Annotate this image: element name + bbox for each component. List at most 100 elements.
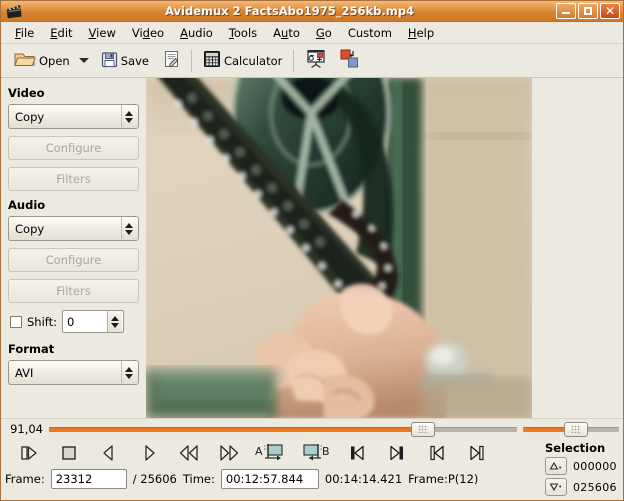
minimize-button[interactable] — [556, 3, 576, 19]
calculator-button[interactable]: Calculator — [198, 48, 287, 74]
menu-go[interactable]: Go — [308, 24, 340, 42]
projector-button[interactable] — [300, 48, 332, 74]
secondary-slider[interactable] — [523, 421, 619, 437]
selection-end-icon[interactable] — [545, 478, 567, 496]
video-configure-button[interactable]: Configure — [8, 136, 139, 160]
fast-forward-button[interactable] — [209, 440, 249, 466]
video-preview-image — [146, 78, 532, 418]
shift-stepper-icon[interactable] — [107, 311, 123, 332]
floppy-disk-icon — [101, 51, 118, 71]
secondary-slider-handle[interactable] — [563, 421, 588, 437]
stop-button[interactable] — [49, 440, 89, 466]
menu-video[interactable]: Video — [124, 24, 172, 42]
transport-buttons: A B — [1, 439, 623, 467]
video-preview-area[interactable] — [146, 78, 623, 418]
previous-frame-button[interactable] — [89, 440, 129, 466]
video-filters-button[interactable]: Filters — [8, 167, 139, 191]
maximize-icon — [584, 7, 592, 15]
menu-auto[interactable]: Auto — [265, 24, 308, 42]
save-button[interactable]: Save — [96, 48, 154, 74]
main-body: Video Copy Configure Filters Audio Copy … — [1, 78, 623, 418]
shift-checkbox[interactable] — [10, 315, 22, 328]
transport-panel: 91,04 A B Frame: 23312 / 25606 Time: 00:… — [1, 418, 623, 496]
menu-view[interactable]: View — [81, 24, 124, 42]
format-spinner-icon — [121, 361, 134, 384]
go-to-start-button[interactable] — [417, 440, 457, 466]
fast-forward-icon — [220, 445, 239, 461]
menu-custom[interactable]: Custom — [340, 24, 400, 42]
calculator-label: Calculator — [223, 53, 283, 68]
chevron-down-icon[interactable] — [78, 58, 89, 63]
menu-audio[interactable]: Audio — [172, 24, 221, 42]
window-controls: ✕ — [556, 3, 620, 19]
go-to-end-icon — [470, 445, 484, 461]
main-slider-handle[interactable] — [411, 421, 436, 437]
format-value: AVI — [15, 365, 34, 380]
mark-a-button[interactable]: A — [249, 440, 293, 466]
audio-filters-button[interactable]: Filters — [8, 279, 139, 303]
audio-codec-spinner-icon — [121, 217, 134, 240]
shift-value: 0 — [67, 314, 75, 329]
go-to-start-icon — [430, 445, 444, 461]
shift-label: Shift: — [27, 314, 58, 329]
main-slider-filled — [49, 426, 424, 432]
frame-total-label: / 25606 — [132, 472, 177, 486]
selection-end-value: 025606 — [573, 480, 617, 494]
audio-codec-select[interactable]: Copy — [8, 216, 139, 241]
rewind-icon — [179, 445, 198, 461]
shift-input[interactable]: 0 — [62, 310, 125, 333]
open-button[interactable]: Open — [9, 48, 75, 74]
menu-edit[interactable]: Edit — [42, 24, 80, 42]
video-section-title: Video — [8, 86, 45, 100]
frame-type-label: Frame:P(12) — [408, 472, 479, 486]
video-codec-select[interactable]: Copy — [8, 104, 139, 129]
selection-start-icon[interactable] — [545, 457, 567, 475]
zoom-value-label: 91,04 — [10, 422, 43, 436]
menu-help[interactable]: Help — [400, 24, 442, 42]
shift-squares-icon — [339, 48, 361, 73]
open-folder-icon — [14, 49, 36, 72]
rewind-button[interactable] — [169, 440, 209, 466]
menu-custom-label: Custom — [347, 25, 392, 40]
format-select[interactable]: AVI — [8, 360, 139, 385]
prev-keyframe-button[interactable] — [337, 440, 377, 466]
script-button[interactable] — [158, 48, 185, 74]
maximize-button[interactable] — [578, 3, 598, 19]
minimize-icon — [562, 12, 570, 14]
video-preview-frame[interactable] — [146, 78, 532, 418]
prev-keyframe-icon — [351, 445, 364, 461]
next-keyframe-icon — [390, 445, 403, 461]
menu-tools[interactable]: Tools — [221, 24, 265, 42]
next-keyframe-button[interactable] — [377, 440, 417, 466]
script-document-icon — [163, 50, 180, 71]
menu-file[interactable]: File — [7, 24, 42, 42]
time-label: Time: — [182, 472, 215, 486]
total-duration-label: 00:14:14.421 — [324, 472, 403, 486]
calculator-icon — [203, 50, 221, 71]
prev-frame-icon — [103, 445, 113, 461]
format-section-title: Format — [8, 342, 55, 356]
close-button[interactable]: ✕ — [600, 3, 620, 19]
shift-squares-button[interactable] — [334, 48, 366, 74]
frame-input[interactable]: 23312 — [50, 469, 127, 489]
audio-section-title: Audio — [8, 198, 46, 212]
time-input[interactable]: 00:12:57.844 — [220, 469, 319, 489]
save-label: Save — [120, 53, 149, 68]
menubar: File Edit View Video Audio Tools Auto Go… — [1, 22, 623, 44]
mark-b-button[interactable]: B — [293, 440, 337, 466]
main-position-slider[interactable] — [49, 421, 517, 437]
audio-configure-button[interactable]: Configure — [8, 248, 139, 272]
main-slider-empty — [423, 426, 517, 432]
toolbar: Open Save Calculator — [1, 44, 623, 78]
projector-screen-icon — [305, 48, 327, 73]
play-button[interactable] — [9, 440, 49, 466]
open-label: Open — [39, 53, 70, 68]
secondary-grip-dots — [570, 425, 581, 433]
stop-icon — [62, 446, 76, 460]
titlebar: Avidemux 2 FactsAbo1975_256kb.mp4 ✕ — [1, 1, 623, 22]
next-frame-button[interactable] — [129, 440, 169, 466]
play-icon — [21, 446, 37, 460]
svg-text:B: B — [322, 445, 330, 458]
selection-panel: Selection 000000 025606 — [539, 441, 623, 499]
go-to-end-button[interactable] — [457, 440, 497, 466]
